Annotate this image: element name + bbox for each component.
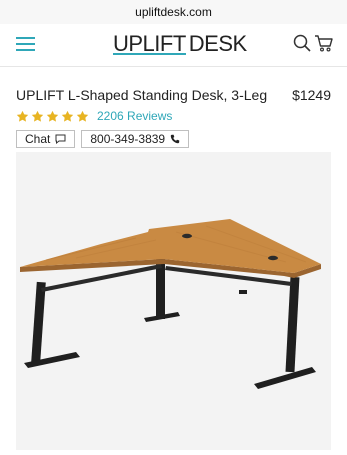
star-icon xyxy=(61,110,74,122)
phone-label: 800-349-3839 xyxy=(90,132,166,146)
chat-bubble-icon xyxy=(55,134,66,144)
rating-row[interactable]: 2206 Reviews xyxy=(16,108,172,124)
site-logo[interactable]: UPLIFT DESK xyxy=(113,31,247,57)
product-price: $1249 xyxy=(292,87,331,103)
star-icon xyxy=(31,110,44,122)
star-rating xyxy=(16,110,91,123)
phone-icon xyxy=(170,134,180,144)
logo-word-uplift: UPLIFT xyxy=(113,31,186,56)
url-text: upliftdesk.com xyxy=(135,5,212,19)
product-title: UPLIFT L-Shaped Standing Desk, 3-Leg xyxy=(16,87,268,103)
cart-icon[interactable] xyxy=(314,34,333,52)
product-image[interactable] xyxy=(16,152,331,450)
l-shaped-desk-illustration xyxy=(20,219,321,389)
site-header: UPLIFT DESK xyxy=(0,24,347,67)
chat-label: Chat xyxy=(25,132,51,146)
reviews-link[interactable]: 2206 Reviews xyxy=(97,109,172,123)
chat-button[interactable]: Chat xyxy=(16,130,76,148)
phone-button[interactable]: 800-349-3839 xyxy=(81,130,190,148)
star-icon xyxy=(46,110,59,122)
logo-word-desk: DESK xyxy=(188,31,247,56)
star-icon xyxy=(16,110,29,122)
star-icon xyxy=(76,110,89,122)
hamburger-menu-icon[interactable] xyxy=(16,36,35,52)
search-icon[interactable] xyxy=(293,34,311,52)
contact-row: Chat 800-349-3839 xyxy=(16,130,195,148)
address-bar[interactable]: upliftdesk.com xyxy=(0,0,347,24)
